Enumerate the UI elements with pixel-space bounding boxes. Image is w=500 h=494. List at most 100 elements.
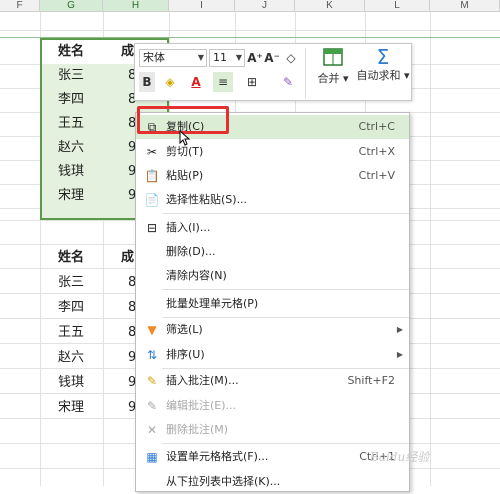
font-size-value: 11	[213, 51, 227, 64]
table2-header-name[interactable]: 姓名	[40, 246, 103, 270]
table1-name-cell[interactable]: 王五	[40, 112, 103, 136]
shrink-font-button[interactable]: A⁻	[264, 48, 280, 68]
delete-comment-icon: ✕	[146, 423, 158, 437]
menu-item-label: 设置单元格格式(F)...	[166, 450, 269, 463]
paste-special-icon: 📄	[144, 193, 160, 207]
align-button[interactable]: ≡	[213, 72, 233, 92]
insert-icon: ⊟	[146, 221, 158, 235]
menu-item-shortcut: Ctrl+V	[358, 169, 395, 182]
sigma-icon: Σ	[376, 45, 390, 69]
merge-label: 合并 ▾	[317, 72, 349, 85]
column-header-k[interactable]: K	[295, 0, 365, 12]
table2-score-cell[interactable]: 9	[110, 346, 136, 370]
border-button[interactable]: ⊞	[241, 72, 263, 92]
format-painter-button[interactable]: ✎	[279, 72, 297, 92]
fill-color-button[interactable]: ◈	[159, 72, 181, 92]
column-header-m[interactable]: M	[430, 0, 500, 12]
menu-item-label: 排序(U)	[166, 348, 205, 361]
autosum-button[interactable]: Σ 自动求和 ▾	[355, 47, 411, 83]
menu-item-paste-special[interactable]: 📄 选择性粘贴(S)...	[136, 188, 409, 212]
table2-name-cell[interactable]: 钱琪	[40, 371, 103, 395]
table2-header-score[interactable]: 成	[103, 246, 134, 270]
menu-item-shortcut: Ctrl+X	[358, 145, 395, 158]
menu-item-delete-comment: ✕ 删除批注(M)	[136, 418, 409, 442]
menu-item-label: 批量处理单元格(P)	[166, 297, 259, 310]
table2-name-cell[interactable]: 赵六	[40, 346, 103, 370]
menu-item-sort[interactable]: ⇅ 排序(U) ▶	[136, 343, 409, 367]
column-header-i[interactable]: I	[169, 0, 235, 12]
table2-score-cell[interactable]: 9	[110, 371, 136, 395]
table2-score-cell[interactable]: 8	[110, 271, 136, 295]
font-color-button[interactable]: A	[187, 72, 205, 92]
filter-icon: ▼	[147, 323, 157, 337]
menu-item-pick-from-list[interactable]: 从下拉列表中选择(K)...	[136, 470, 409, 494]
watermark: Baidu经验	[370, 450, 430, 464]
mini-toolbar: 宋体 ▼ 11 ▼ A⁺ A⁻ ◇ B ◈ A ≡ ⊞ ✎ 合并 ▾ Σ 自动求…	[134, 43, 412, 101]
menu-item-edit-comment: ✎ 编辑批注(E)...	[136, 394, 409, 418]
table2-score-cell[interactable]: 9	[110, 396, 136, 420]
format-cells-icon: ▦	[146, 450, 158, 464]
menu-item-delete[interactable]: 删除(D)...	[136, 240, 409, 264]
table1-name-cell[interactable]: 钱琪	[40, 160, 103, 184]
table1-header-name[interactable]: 姓名	[40, 40, 103, 64]
menu-item-label: 删除(D)...	[166, 245, 216, 258]
table2-name-cell[interactable]: 王五	[40, 321, 103, 345]
grow-font-button[interactable]: A⁺	[247, 48, 263, 68]
table2-score-cell[interactable]: 8	[110, 321, 136, 345]
insert-comment-icon: ✎	[146, 374, 158, 388]
table2-name-cell[interactable]: 李四	[40, 296, 103, 320]
menu-item-shortcut: Ctrl+C	[358, 120, 395, 133]
column-header-l[interactable]: L	[365, 0, 430, 12]
column-header-f[interactable]: F	[0, 0, 40, 12]
table2-name-cell[interactable]: 宋理	[40, 396, 103, 420]
bold-button[interactable]: B	[139, 72, 155, 92]
menu-item-clear-contents[interactable]: 清除内容(N)	[136, 264, 409, 288]
menu-item-paste[interactable]: 📋 粘贴(P) Ctrl+V	[136, 164, 409, 188]
chevron-right-icon: ▶	[396, 325, 403, 334]
menu-separator	[162, 289, 409, 290]
merge-button[interactable]: 合并 ▾	[311, 47, 355, 86]
toolbar-divider	[305, 48, 306, 98]
menu-item-shortcut: Shift+F2	[347, 374, 395, 387]
menu-item-cut[interactable]: ✂ 剪切(T) Ctrl+X	[136, 140, 409, 164]
menu-item-format-cells[interactable]: ▦ 设置单元格格式(F)... Ctrl+1	[136, 445, 409, 469]
menu-item-label: 粘贴(P)	[166, 169, 204, 182]
font-size-select[interactable]: 11 ▼	[209, 49, 245, 67]
menu-item-label: 筛选(L)	[166, 323, 203, 336]
menu-item-label: 清除内容(N)	[166, 269, 227, 282]
menu-item-label: 选择性粘贴(S)...	[166, 193, 248, 206]
menu-separator	[162, 443, 409, 444]
table1-name-cell[interactable]: 宋理	[40, 184, 103, 208]
menu-item-label: 插入(I)...	[166, 221, 211, 234]
table2-name-cell[interactable]: 张三	[40, 271, 103, 295]
table1-name-cell[interactable]: 赵六	[40, 136, 103, 160]
chevron-right-icon: ▶	[396, 350, 403, 359]
menu-item-filter[interactable]: ▼ 筛选(L) ▶	[136, 318, 409, 342]
menu-item-insert-comment[interactable]: ✎ 插入批注(M)... Shift+F2	[136, 369, 409, 393]
column-header-j[interactable]: J	[235, 0, 295, 12]
chevron-down-icon: ▼	[235, 53, 242, 62]
column-header-g[interactable]: G	[40, 0, 103, 12]
table1-name-cell[interactable]: 李四	[40, 88, 103, 112]
clear-format-button[interactable]: ◇	[283, 48, 299, 68]
menu-item-insert[interactable]: ⊟ 插入(I)...	[136, 216, 409, 240]
menu-item-label: 插入批注(M)...	[166, 374, 239, 387]
autosum-label: 自动求和 ▾	[356, 69, 410, 82]
edit-comment-icon: ✎	[146, 399, 158, 413]
grid-line	[0, 30, 500, 31]
menu-item-batch-process[interactable]: 批量处理单元格(P)	[136, 292, 409, 316]
menu-separator	[162, 213, 409, 214]
column-header-h[interactable]: H	[103, 0, 169, 12]
font-name-value: 宋体	[143, 51, 165, 64]
table2-score-cell[interactable]: 8	[110, 296, 136, 320]
menu-item-label: 删除批注(M)	[166, 423, 229, 436]
mouse-cursor-icon	[179, 130, 191, 146]
menu-item-label: 从下拉列表中选择(K)...	[166, 475, 281, 488]
paste-icon: 📋	[144, 169, 160, 183]
font-name-select[interactable]: 宋体 ▼	[139, 49, 207, 67]
grid-line	[430, 12, 431, 486]
menu-item-label: 编辑批注(E)...	[166, 399, 237, 412]
merge-cells-icon	[323, 48, 343, 66]
table1-name-cell[interactable]: 张三	[40, 64, 103, 88]
context-menu: ⧉ 复制(C) Ctrl+C ✂ 剪切(T) Ctrl+X 📋 粘贴(P) Ct…	[135, 112, 410, 492]
